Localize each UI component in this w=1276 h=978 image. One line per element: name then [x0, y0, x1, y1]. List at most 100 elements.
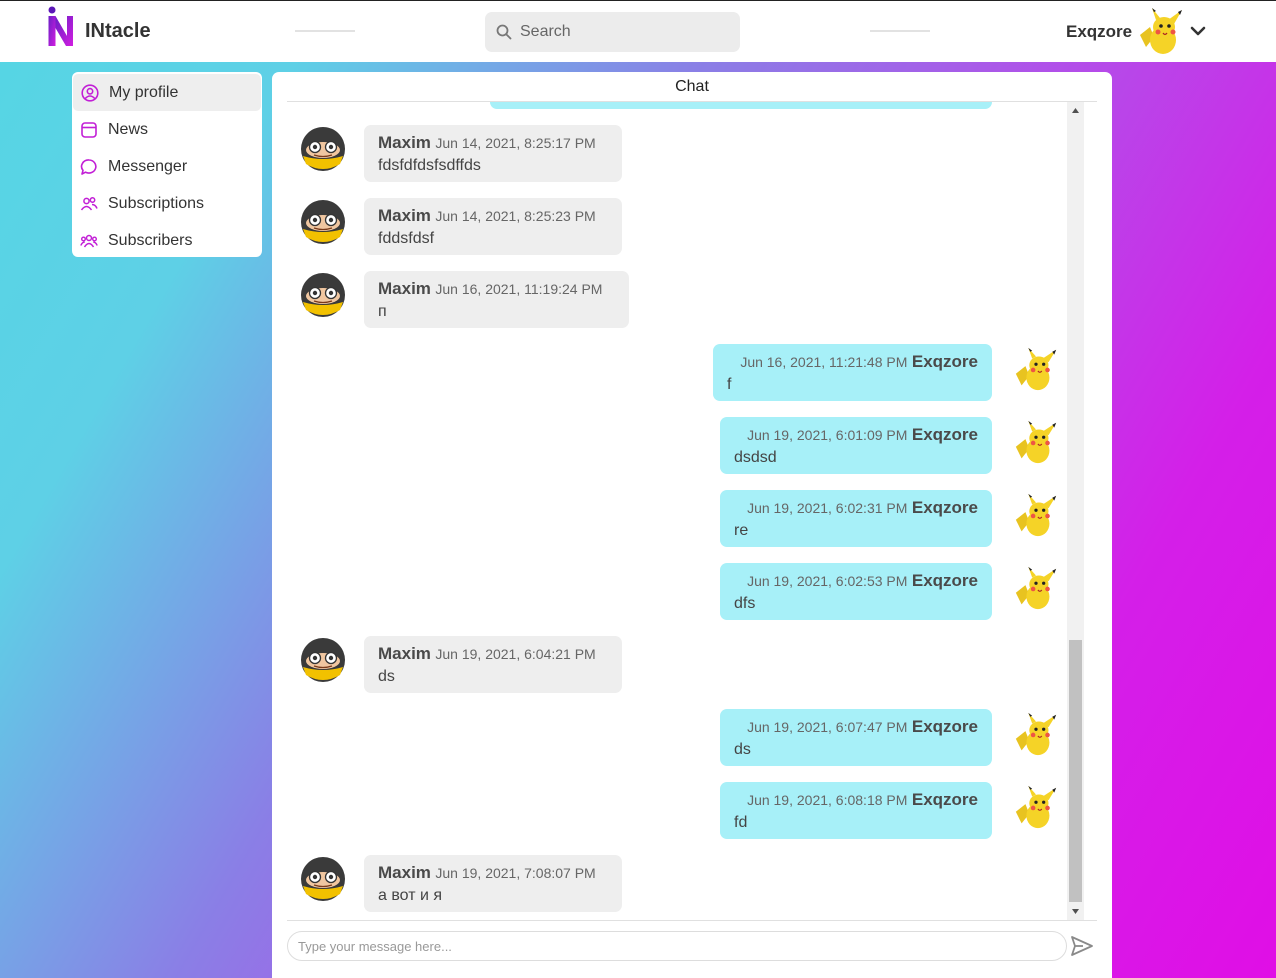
own-avatar[interactable] — [1012, 418, 1060, 466]
search-icon — [496, 24, 512, 40]
message-author: Maxim — [378, 279, 431, 298]
incoming-message: Maxim Jun 14, 2021, 8:25:17 PM fdsfdfdsfs… — [287, 125, 1067, 182]
scroll-up-arrow-icon[interactable] — [1071, 106, 1080, 115]
message-input[interactable] — [287, 931, 1067, 961]
message-bubble[interactable]: Maxim Jun 14, 2021, 8:25:17 PM fdsfdfdsfs… — [364, 125, 622, 182]
message-bubble[interactable]: Jun 19, 2021, 6:01:09 PM Exqzore dsdsd — [720, 417, 992, 474]
own-avatar[interactable] — [1012, 491, 1060, 539]
incoming-message: Maxim Jun 14, 2021, 8:25:23 PM fddsfdsf — [287, 198, 1067, 255]
outgoing-message: Jun 19, 2021, 6:01:09 PM Exqzore dsdsd — [287, 417, 1067, 474]
message-text: fddsfdsf — [378, 230, 435, 247]
message-bubble[interactable]: Maxim Jun 16, 2021, 11:19:24 PM п — [364, 271, 629, 328]
message-bubble[interactable]: Jun 19, 2021, 6:08:18 PM Exqzore fd — [720, 782, 992, 839]
message-timestamp: Jun 19, 2021, 6:04:21 PM — [435, 646, 596, 662]
message-timestamp: Jun 19, 2021, 7:08:07 PM — [435, 865, 596, 881]
message-text: а вот и я — [378, 887, 443, 904]
own-avatar[interactable] — [1012, 345, 1060, 393]
message-bubble-partial — [490, 102, 992, 109]
message-bubble[interactable]: Maxim Jun 19, 2021, 7:08:07 PM а вот и я — [364, 855, 622, 912]
outgoing-message: Jun 16, 2021, 11:21:48 PM Exqzore f — [287, 344, 1067, 401]
message-header: Jun 16, 2021, 11:21:48 PM Exqzore — [727, 352, 978, 373]
own-avatar[interactable] — [1012, 564, 1060, 612]
sender-avatar[interactable] — [300, 856, 346, 902]
send-icon[interactable] — [1070, 935, 1094, 957]
sender-avatar[interactable] — [300, 637, 346, 683]
sender-avatar[interactable] — [300, 199, 346, 245]
current-user-name[interactable]: Exqzore — [1066, 22, 1132, 42]
message-timestamp: Jun 14, 2021, 8:25:17 PM — [435, 135, 596, 151]
message-author: Exqzore — [911, 717, 978, 736]
incoming-message: Maxim Jun 19, 2021, 6:04:21 PM ds — [287, 636, 1067, 693]
message-bubble[interactable]: Maxim Jun 19, 2021, 6:04:21 PM ds — [364, 636, 622, 693]
group-icon — [80, 234, 98, 247]
message-text: ds — [734, 741, 751, 758]
search-box[interactable]: Search — [485, 12, 740, 52]
chevron-down-icon[interactable] — [1189, 24, 1207, 38]
scrollbar[interactable] — [1067, 102, 1084, 920]
sidebar-item-news[interactable]: News — [72, 111, 262, 148]
chat-bubble-icon — [80, 158, 97, 175]
message-text: dfs — [734, 595, 756, 612]
sidebar-item-label: News — [108, 120, 149, 138]
outgoing-message: Jun 19, 2021, 6:07:47 PM Exqzore ds — [287, 709, 1067, 766]
message-text: f — [727, 376, 732, 393]
chat-title: Chat — [287, 72, 1097, 102]
divider — [295, 30, 355, 32]
sidebar-nav: My profile News Messenger Subscriptions — [72, 72, 262, 257]
message-header: Maxim Jun 16, 2021, 11:19:24 PM — [378, 279, 615, 300]
message-timestamp: Jun 19, 2021, 6:02:31 PM — [747, 500, 908, 516]
message-header: Jun 19, 2021, 6:02:53 PM Exqzore — [734, 571, 978, 592]
sender-avatar[interactable] — [300, 126, 346, 172]
sidebar-item-subscribers[interactable]: Subscribers — [72, 222, 262, 259]
user-circle-icon — [81, 83, 99, 102]
user-avatar[interactable] — [1136, 7, 1186, 57]
incoming-message: Maxim Jun 19, 2021, 7:08:07 PM а вот и я — [287, 855, 1067, 912]
sidebar-item-label: My profile — [109, 83, 179, 101]
news-icon — [81, 121, 97, 138]
message-timestamp: Jun 19, 2021, 6:02:53 PM — [747, 573, 908, 589]
message-text: ds — [378, 668, 395, 685]
message-bubble[interactable]: Jun 19, 2021, 6:02:31 PM Exqzore re — [720, 490, 992, 547]
message-text: fd — [734, 814, 748, 831]
message-header: Maxim Jun 19, 2021, 6:04:21 PM — [378, 644, 608, 665]
message-list[interactable]: Maxim Jun 14, 2021, 8:25:17 PM fdsfdfdsfs… — [287, 102, 1067, 920]
sender-avatar[interactable] — [300, 272, 346, 318]
sidebar-item-subscriptions[interactable]: Subscriptions — [72, 185, 262, 222]
scrollbar-thumb[interactable] — [1069, 640, 1082, 902]
outgoing-message: Jun 19, 2021, 6:02:53 PM Exqzore dfs — [287, 563, 1067, 620]
search-input[interactable]: Search — [520, 23, 571, 41]
scroll-down-arrow-icon[interactable] — [1071, 907, 1080, 916]
message-text: fdsfdfdsfsdffds — [378, 157, 481, 174]
message-author: Exqzore — [911, 571, 978, 590]
message-timestamp: Jun 19, 2021, 6:01:09 PM — [747, 427, 908, 443]
message-author: Maxim — [378, 206, 431, 225]
message-header: Jun 19, 2021, 6:08:18 PM Exqzore — [734, 790, 978, 811]
divider — [870, 30, 930, 32]
divider — [287, 920, 1097, 921]
chat-panel: Chat Maxim Jun 14, 2021, 8:25:17 PM fdsfd… — [272, 72, 1112, 978]
message-author: Exqzore — [911, 425, 978, 444]
message-header: Maxim Jun 14, 2021, 8:25:23 PM — [378, 206, 608, 227]
message-text: re — [734, 522, 749, 539]
message-author: Exqzore — [911, 790, 978, 809]
message-text: п — [378, 303, 387, 320]
own-avatar[interactable] — [1012, 783, 1060, 831]
message-bubble[interactable]: Jun 19, 2021, 6:02:53 PM Exqzore dfs — [720, 563, 992, 620]
outgoing-message: Jun 19, 2021, 6:08:18 PM Exqzore fd — [287, 782, 1067, 839]
logo-icon[interactable] — [47, 6, 75, 48]
app-name[interactable]: INtacle — [85, 20, 151, 43]
message-bubble[interactable]: Jun 16, 2021, 11:21:48 PM Exqzore f — [713, 344, 992, 401]
message-timestamp: Jun 16, 2021, 11:19:24 PM — [435, 281, 603, 297]
sidebar-item-my-profile[interactable]: My profile — [73, 74, 261, 111]
message-bubble[interactable]: Maxim Jun 14, 2021, 8:25:23 PM fddsfdsf — [364, 198, 622, 255]
sidebar-item-messenger[interactable]: Messenger — [72, 148, 262, 185]
message-timestamp: Jun 16, 2021, 11:21:48 PM — [740, 354, 908, 370]
sidebar-item-label: Messenger — [108, 157, 188, 175]
own-avatar[interactable] — [1012, 710, 1060, 758]
message-author: Maxim — [378, 644, 431, 663]
sidebar-item-label: Subscribers — [108, 231, 193, 249]
message-author: Maxim — [378, 133, 431, 152]
message-bubble[interactable]: Jun 19, 2021, 6:07:47 PM Exqzore ds — [720, 709, 992, 766]
message-author: Exqzore — [911, 352, 978, 371]
message-timestamp: Jun 19, 2021, 6:07:47 PM — [747, 719, 908, 735]
